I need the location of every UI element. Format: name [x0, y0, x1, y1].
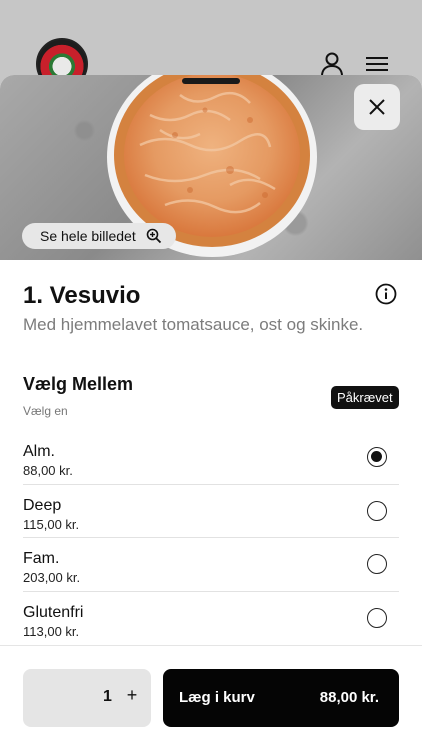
option-row-alm[interactable]: Alm. 88,00 kr. — [23, 431, 399, 485]
quantity-increase-button[interactable]: + — [121, 685, 143, 709]
option-row-deep[interactable]: Deep 115,00 kr. — [23, 485, 399, 538]
option-radio[interactable] — [367, 607, 387, 628]
option-price: 88,00 kr. — [23, 463, 73, 478]
option-price: 115,00 kr. — [23, 516, 80, 532]
hamburger-menu-icon[interactable] — [363, 50, 391, 78]
add-to-cart-label: Læg i kurv — [179, 689, 255, 706]
quantity-value: 1 — [103, 688, 112, 705]
option-name: Glutenfri — [23, 603, 84, 621]
option-radio[interactable] — [367, 500, 387, 521]
required-badge: Påkrævet — [331, 386, 399, 409]
sheet-grabber[interactable] — [182, 78, 240, 84]
option-price: 113,00 kr. — [23, 623, 80, 639]
option-group-title: Vælg Mellem — [23, 374, 134, 394]
bottom-action-bar: 1 + Læg i kurv 88,00 kr. — [0, 645, 422, 750]
info-icon[interactable] — [375, 283, 397, 305]
add-to-cart-button[interactable]: Læg i kurv 88,00 kr. — [163, 669, 399, 727]
option-group-subtitle: Vælg en — [23, 404, 68, 418]
quantity-stepper: 1 + — [23, 669, 151, 727]
option-name: Alm. — [23, 443, 55, 460]
view-full-image-button[interactable]: Se hele billedet — [22, 223, 176, 249]
option-radio-selected[interactable] — [367, 447, 387, 467]
option-name: Deep — [23, 496, 62, 514]
option-name: Fam. — [23, 550, 60, 567]
user-icon[interactable] — [318, 50, 346, 78]
option-radio[interactable] — [367, 554, 387, 574]
add-to-cart-total: 88,00 kr. — [319, 689, 379, 706]
close-icon — [369, 99, 385, 115]
product-image[interactable]: Se hele billedet — [0, 75, 422, 260]
option-row-fam[interactable]: Fam. 203,00 kr. — [23, 538, 399, 592]
option-price: 203,00 kr. — [23, 570, 81, 585]
view-full-image-label: Se hele billedet — [40, 228, 136, 244]
size-options-list: Alm. 88,00 kr. Deep 115,00 kr. Fam. 203,… — [23, 431, 399, 645]
zoom-in-icon — [146, 228, 161, 244]
option-row-glutenfri[interactable]: Glutenfri 113,00 kr. — [23, 592, 399, 646]
close-button[interactable] — [354, 84, 400, 130]
product-description: Med hjemmelavet tomatsauce, ost og skink… — [23, 315, 364, 334]
product-title: 1. Vesuvio — [23, 282, 141, 309]
